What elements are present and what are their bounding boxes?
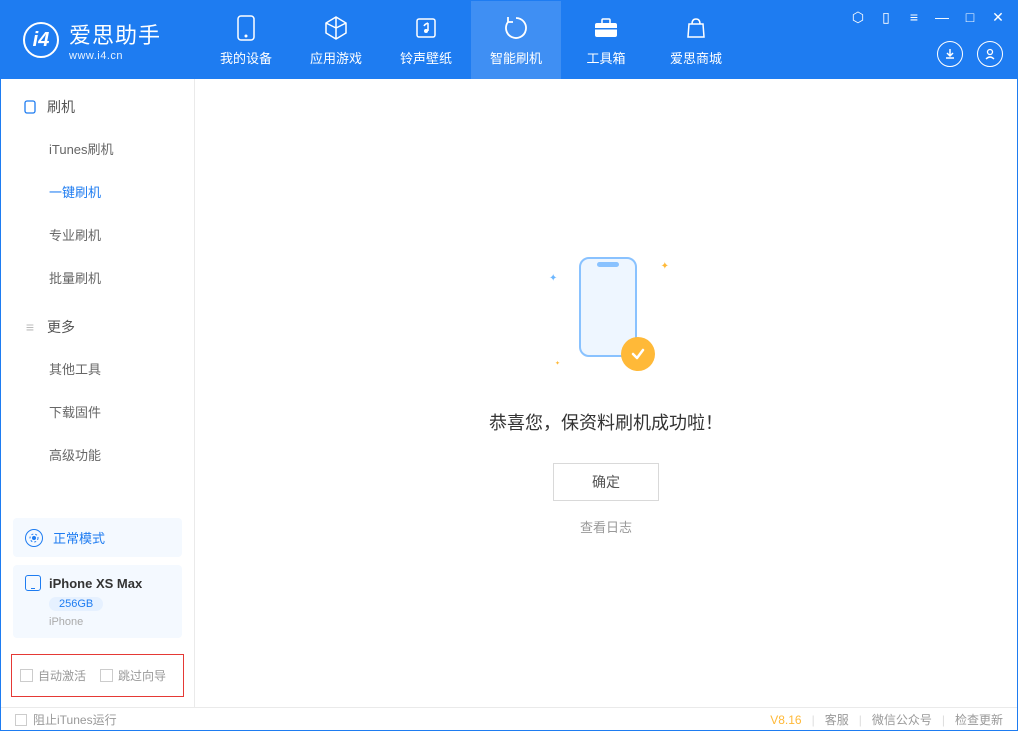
checkbox-auto-activate[interactable]: 自动激活 (20, 667, 86, 684)
device-small-icon (23, 100, 37, 114)
tab-store[interactable]: 爱思商城 (651, 1, 741, 79)
ok-button[interactable]: 确定 (553, 463, 659, 501)
main-content: ✦ ✦ ✦ 恭喜您，保资料刷机成功啦！ 确定 查看日志 (195, 79, 1017, 707)
list-icon: ≡ (23, 320, 37, 334)
close-button[interactable]: ✕ (989, 9, 1007, 26)
bag-icon (682, 14, 710, 42)
version-label: V8.16 (770, 713, 801, 727)
support-link[interactable]: 客服 (825, 711, 849, 728)
download-icon[interactable] (937, 41, 963, 67)
checkbox-skip-guide[interactable]: 跳过向导 (100, 667, 166, 684)
sparkle-icon: ✦ (661, 261, 669, 272)
checkmark-badge-icon (621, 337, 655, 371)
sidebar-item-batch-flash[interactable]: 批量刷机 (1, 256, 194, 299)
sidebar-item-pro-flash[interactable]: 专业刷机 (1, 213, 194, 256)
cube-icon (322, 14, 350, 42)
status-bar: 阻止iTunes运行 V8.16 | 客服 | 微信公众号 | 检查更新 (1, 707, 1017, 731)
shirt-icon[interactable]: ⬡ (849, 9, 867, 26)
tab-toolbox[interactable]: 工具箱 (561, 1, 651, 79)
logo-icon: i4 (23, 22, 59, 58)
success-illustration: ✦ ✦ ✦ (541, 251, 671, 381)
tab-smart-flash[interactable]: 智能刷机 (471, 1, 561, 79)
device-info-box[interactable]: iPhone XS Max 256GB iPhone (13, 565, 182, 638)
device-capacity-badge: 256GB (49, 597, 103, 611)
sidebar-item-itunes-flash[interactable]: iTunes刷机 (1, 127, 194, 170)
device-type-label: iPhone (49, 616, 170, 628)
toolbox-icon (592, 14, 620, 42)
sidebar-item-download-firmware[interactable]: 下载固件 (1, 390, 194, 433)
sidebar-group-flash: 刷机 (1, 79, 194, 127)
maximize-button[interactable]: □ (961, 9, 979, 26)
sidebar-item-onekey-flash[interactable]: 一键刷机 (1, 170, 194, 213)
user-icon[interactable] (977, 41, 1003, 67)
sidebar-group-more: ≡ 更多 (1, 299, 194, 347)
phone-small-icon (25, 575, 41, 591)
checkbox-block-itunes[interactable]: 阻止iTunes运行 (15, 711, 117, 728)
sidebar-item-other-tools[interactable]: 其他工具 (1, 347, 194, 390)
success-message: 恭喜您，保资料刷机成功啦！ (489, 409, 723, 435)
brand-title: 爱思助手 (69, 18, 161, 50)
refresh-icon (502, 14, 530, 42)
view-log-link[interactable]: 查看日志 (580, 517, 632, 536)
nav-tabs: 我的设备 应用游戏 铃声壁纸 智能刷机 工具箱 爱思商城 (201, 1, 741, 79)
tab-apps-games[interactable]: 应用游戏 (291, 1, 381, 79)
brand-subtitle: www.i4.cn (69, 50, 161, 62)
minimize-button[interactable]: — (933, 9, 951, 26)
window-controls: ⬡ ▯ ≡ — □ ✕ (849, 9, 1007, 26)
flash-options-row: 自动激活 跳过向导 (11, 654, 184, 697)
music-icon (412, 14, 440, 42)
header-bar: i4 爱思助手 www.i4.cn 我的设备 应用游戏 铃声壁纸 智能刷机 工具… (1, 1, 1017, 79)
menu-icon[interactable]: ≡ (905, 9, 923, 26)
mode-icon (25, 529, 43, 547)
device-mode-box[interactable]: 正常模式 (13, 518, 182, 557)
phone-icon (232, 14, 260, 42)
check-update-link[interactable]: 检查更新 (955, 711, 1003, 728)
sparkle-icon: ✦ (555, 360, 560, 367)
layout-icon[interactable]: ▯ (877, 9, 895, 26)
header-right-icons (937, 41, 1003, 67)
sidebar-item-advanced[interactable]: 高级功能 (1, 433, 194, 476)
device-name-row: iPhone XS Max (25, 575, 170, 591)
sparkle-icon: ✦ (549, 273, 557, 284)
sidebar: 刷机 iTunes刷机 一键刷机 专业刷机 批量刷机 ≡ 更多 其他工具 下载固… (1, 79, 195, 707)
wechat-link[interactable]: 微信公众号 (872, 711, 932, 728)
logo-area: i4 爱思助手 www.i4.cn (1, 18, 201, 62)
tab-ringtones-wallpapers[interactable]: 铃声壁纸 (381, 1, 471, 79)
tab-my-device[interactable]: 我的设备 (201, 1, 291, 79)
